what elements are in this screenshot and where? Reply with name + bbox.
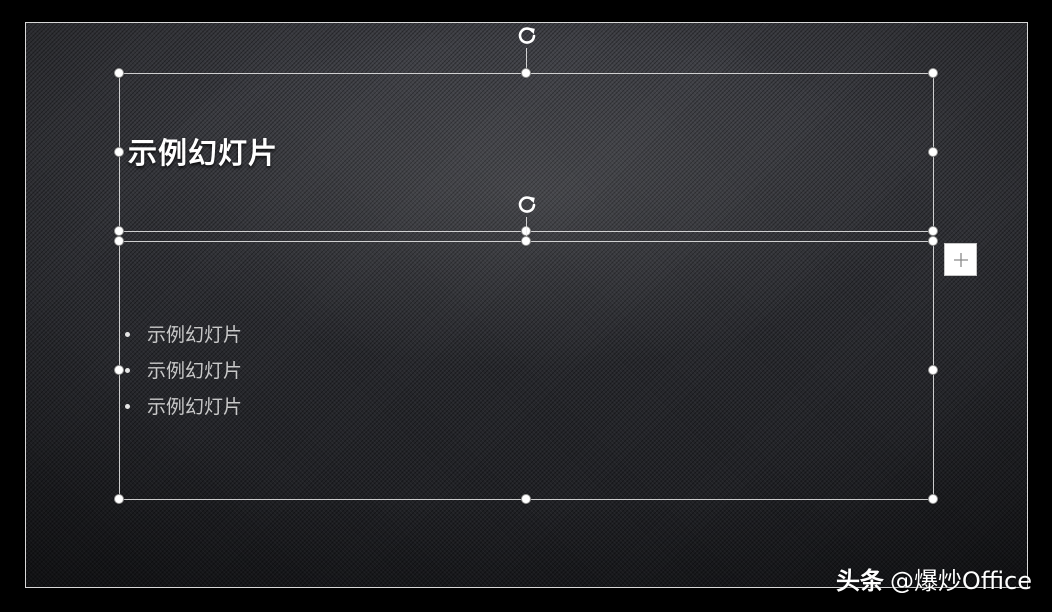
title-handle-left[interactable] [114,147,124,157]
layout-options-button[interactable] [944,243,977,276]
bullet-dot-icon [125,403,130,409]
content-handle-left[interactable] [114,365,124,375]
bullet-item[interactable]: 示例幻灯片 [125,320,242,356]
bullet-text: 示例幻灯片 [147,360,243,382]
title-handle-bottom-left[interactable] [114,226,124,236]
title-handle-right[interactable] [928,147,938,157]
bullet-list[interactable]: 示例幻灯片 示例幻灯片 示例幻灯片 [125,320,242,428]
bullet-item[interactable]: 示例幻灯片 [125,356,242,392]
content-handle-bottom[interactable] [521,494,531,504]
content-handle-bottom-left[interactable] [114,494,124,504]
watermark: 头条 @爆炒Office [836,561,1032,596]
bullet-text: 示例幻灯片 [147,396,243,418]
bullet-item[interactable]: 示例幻灯片 [125,392,242,428]
slide-title[interactable]: 示例幻灯片 [128,130,278,172]
bullet-text: 示例幻灯片 [147,324,243,346]
content-rotate-icon[interactable] [516,194,538,216]
bullet-dot-icon [125,367,130,373]
bullet-dot-icon [125,331,130,337]
editor-canvas: 示例幻灯片 示例幻灯片 示例幻灯片 示例幻灯片 头条 @爆炒Office [0,0,1052,612]
title-handle-bottom-right[interactable] [928,226,938,236]
content-handle-bottom-right[interactable] [928,494,938,504]
content-handle-right[interactable] [928,365,938,375]
content-handle-top-left[interactable] [114,236,124,246]
content-handle-top-right[interactable] [928,236,938,246]
title-handle-top-left[interactable] [114,68,124,78]
title-handle-top-right[interactable] [928,68,938,78]
title-rotate-icon[interactable] [516,25,538,47]
watermark-brand: 头条 [835,567,884,595]
content-handle-top[interactable] [521,236,531,246]
title-handle-top[interactable] [521,68,531,78]
plus-icon [954,253,968,267]
watermark-account: @爆炒Office [889,567,1032,595]
